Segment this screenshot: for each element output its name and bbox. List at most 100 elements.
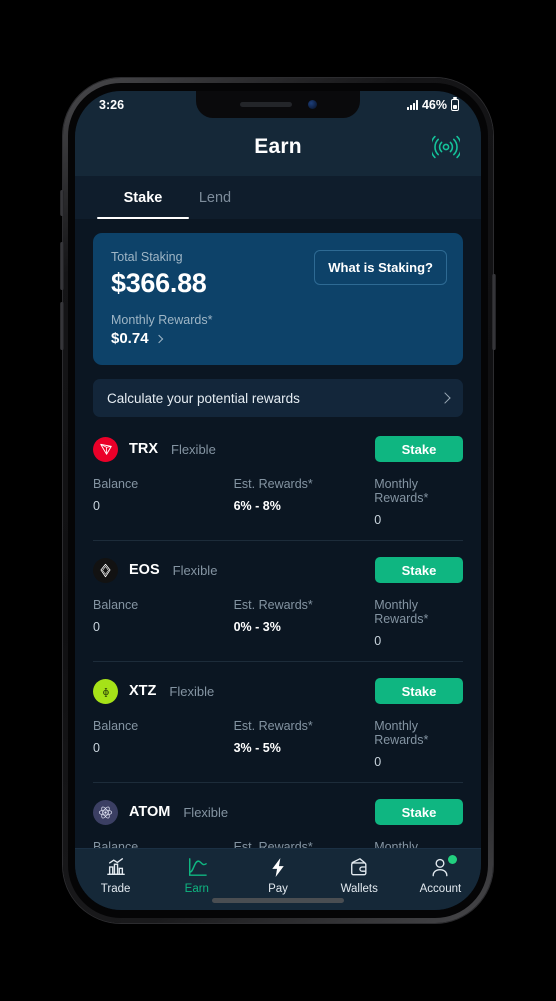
stat-label: Est. Rewards* [233, 719, 313, 733]
asset-header: ɸ XTZ Flexible Stake [93, 676, 463, 706]
stat-monthly-rewards: Monthly Rewards* 0 [374, 598, 463, 648]
asset-row-xtz: ɸ XTZ Flexible Stake Balance 0 Est. Rewa… [93, 661, 463, 782]
front-camera-icon [307, 100, 317, 109]
stake-button-xtz[interactable]: Stake [375, 678, 463, 704]
asset-row-eos: EOS Flexible Stake Balance 0 Est. Reward… [93, 540, 463, 661]
nav-item-earn[interactable]: Earn [156, 856, 237, 895]
nav-item-wallets[interactable]: Wallets [319, 856, 400, 895]
status-indicators: 46% [406, 97, 459, 112]
stat-label: Balance [93, 719, 139, 733]
status-time: 3:26 [99, 97, 125, 112]
asset-row-trx: TRX Flexible Stake Balance 0 Est. Reward… [93, 434, 463, 540]
stat-balance: Balance 0 [93, 477, 234, 527]
stat-value: 0% - 3% [233, 620, 281, 634]
asset-type: Flexible [171, 441, 216, 457]
stat-est-rewards: Est. Rewards* 6% - 8% [234, 477, 375, 527]
stat-label: Est. Rewards* [233, 598, 313, 612]
tab-lend[interactable]: Lend [179, 176, 251, 219]
tab-stake[interactable]: Stake [97, 176, 189, 219]
page-title: Earn [254, 135, 302, 158]
nav-label: Earn [184, 883, 209, 895]
cosmos-coin-icon [93, 799, 118, 825]
stat-label: Monthly Rewards* [374, 598, 429, 626]
home-indicator[interactable] [212, 898, 344, 903]
stat-est-rewards: Est. Rewards* 0% - 3% [234, 598, 375, 648]
asset-stats: Balance 0 Est. Rewards* 0% - 3% Monthly … [93, 598, 463, 648]
tezos-coin-icon: ɸ [93, 678, 118, 704]
stat-value: 0 [374, 513, 382, 527]
calculate-rewards-label: Calculate your potential rewards [107, 390, 300, 406]
asset-type: Flexible [172, 562, 218, 578]
eos-coin-icon [93, 557, 118, 583]
stat-label: Monthly Rewards* [374, 477, 429, 505]
volume-up-button[interactable] [60, 242, 64, 290]
stat-label: Balance [93, 598, 139, 612]
silent-switch[interactable] [60, 190, 64, 216]
asset-symbol: EOS [129, 562, 160, 578]
stat-monthly-rewards: Monthly Rewards* 0 [374, 477, 463, 527]
asset-type: Flexible [169, 683, 215, 699]
battery-icon [451, 98, 459, 111]
asset-header: ATOM Flexible Stake [93, 797, 463, 827]
stat-label: Monthly Rewards* [374, 719, 429, 747]
stat-balance: Balance 0 [93, 598, 234, 648]
asset-stats: Balance 0 Est. Rewards* 6% - 8% Monthly … [93, 477, 463, 527]
stat-value: 6% - 8% [233, 499, 281, 513]
phone-frame: 3:26 46% Earn Stake Lend Total Staking $… [60, 78, 496, 923]
total-staking-card: Total Staking $366.88 Monthly Rewards* $… [93, 233, 463, 365]
nav-item-pay[interactable]: Pay [237, 856, 318, 895]
stat-monthly-rewards: Monthly Rewards* 0 [374, 719, 463, 769]
nav-label: Wallets [340, 883, 378, 895]
nav-item-account[interactable]: Account [400, 855, 481, 895]
stake-button-eos[interactable]: Stake [375, 557, 463, 583]
stake-button-atom[interactable]: Stake [375, 799, 463, 825]
scroll-area[interactable]: Total Staking $366.88 Monthly Rewards* $… [75, 219, 481, 881]
speaker-grille-icon [239, 102, 292, 107]
stat-value: 0 [93, 620, 100, 634]
stat-est-rewards: Est. Rewards* 3% - 5% [234, 719, 375, 769]
wallet-icon [348, 856, 370, 878]
chevron-right-icon [154, 334, 163, 343]
stat-label: Balance [93, 477, 139, 491]
what-is-staking-button[interactable]: What is Staking? [314, 250, 447, 285]
nav-label: Account [419, 883, 462, 895]
notch [196, 91, 360, 118]
cellular-signal-icon [406, 99, 418, 110]
nav-item-trade[interactable]: Trade [75, 856, 156, 895]
asset-header: TRX Flexible Stake [93, 434, 463, 464]
stat-value: 0 [374, 755, 382, 769]
svg-text:ɸ: ɸ [102, 686, 108, 697]
chevron-right-icon [439, 392, 451, 404]
line-chart-icon [186, 856, 208, 878]
asset-symbol: XTZ [129, 683, 157, 699]
stat-balance: Balance 0 [93, 719, 234, 769]
app-header: Earn [75, 118, 481, 176]
stat-value: 0 [93, 741, 100, 755]
monthly-rewards-row[interactable]: $0.74 [111, 330, 445, 347]
monthly-rewards-value: $0.74 [111, 330, 149, 347]
bar-chart-icon [105, 856, 127, 878]
app-body: Total Staking $366.88 Monthly Rewards* $… [75, 219, 481, 910]
volume-down-button[interactable] [60, 302, 64, 350]
asset-stats: Balance 0 Est. Rewards* 3% - 5% Monthly … [93, 719, 463, 769]
nav-label: Pay [268, 883, 288, 895]
tron-coin-icon [93, 436, 118, 462]
stake-button-trx[interactable]: Stake [375, 436, 463, 462]
battery-percent-label: 46% [421, 97, 447, 112]
account-status-dot [448, 855, 458, 864]
phone-bezel: 3:26 46% Earn Stake Lend Total Staking $… [68, 83, 488, 918]
stat-value: 0 [374, 634, 382, 648]
stat-label: Est. Rewards* [233, 477, 313, 491]
calculate-rewards-row[interactable]: Calculate your potential rewards [93, 379, 463, 417]
broadcast-signal-icon[interactable] [429, 130, 463, 164]
tab-bar: Stake Lend [75, 176, 481, 219]
lightning-bolt-icon [268, 856, 288, 878]
monthly-rewards-label: Monthly Rewards* [111, 313, 213, 327]
asset-header: EOS Flexible Stake [93, 555, 463, 585]
phone-screen: 3:26 46% Earn Stake Lend Total Staking $… [75, 91, 481, 910]
asset-symbol: TRX [129, 441, 158, 457]
stat-value: 3% - 5% [233, 741, 281, 755]
asset-type: Flexible [183, 804, 229, 820]
power-button[interactable] [492, 274, 496, 350]
stat-value: 0 [93, 499, 100, 513]
